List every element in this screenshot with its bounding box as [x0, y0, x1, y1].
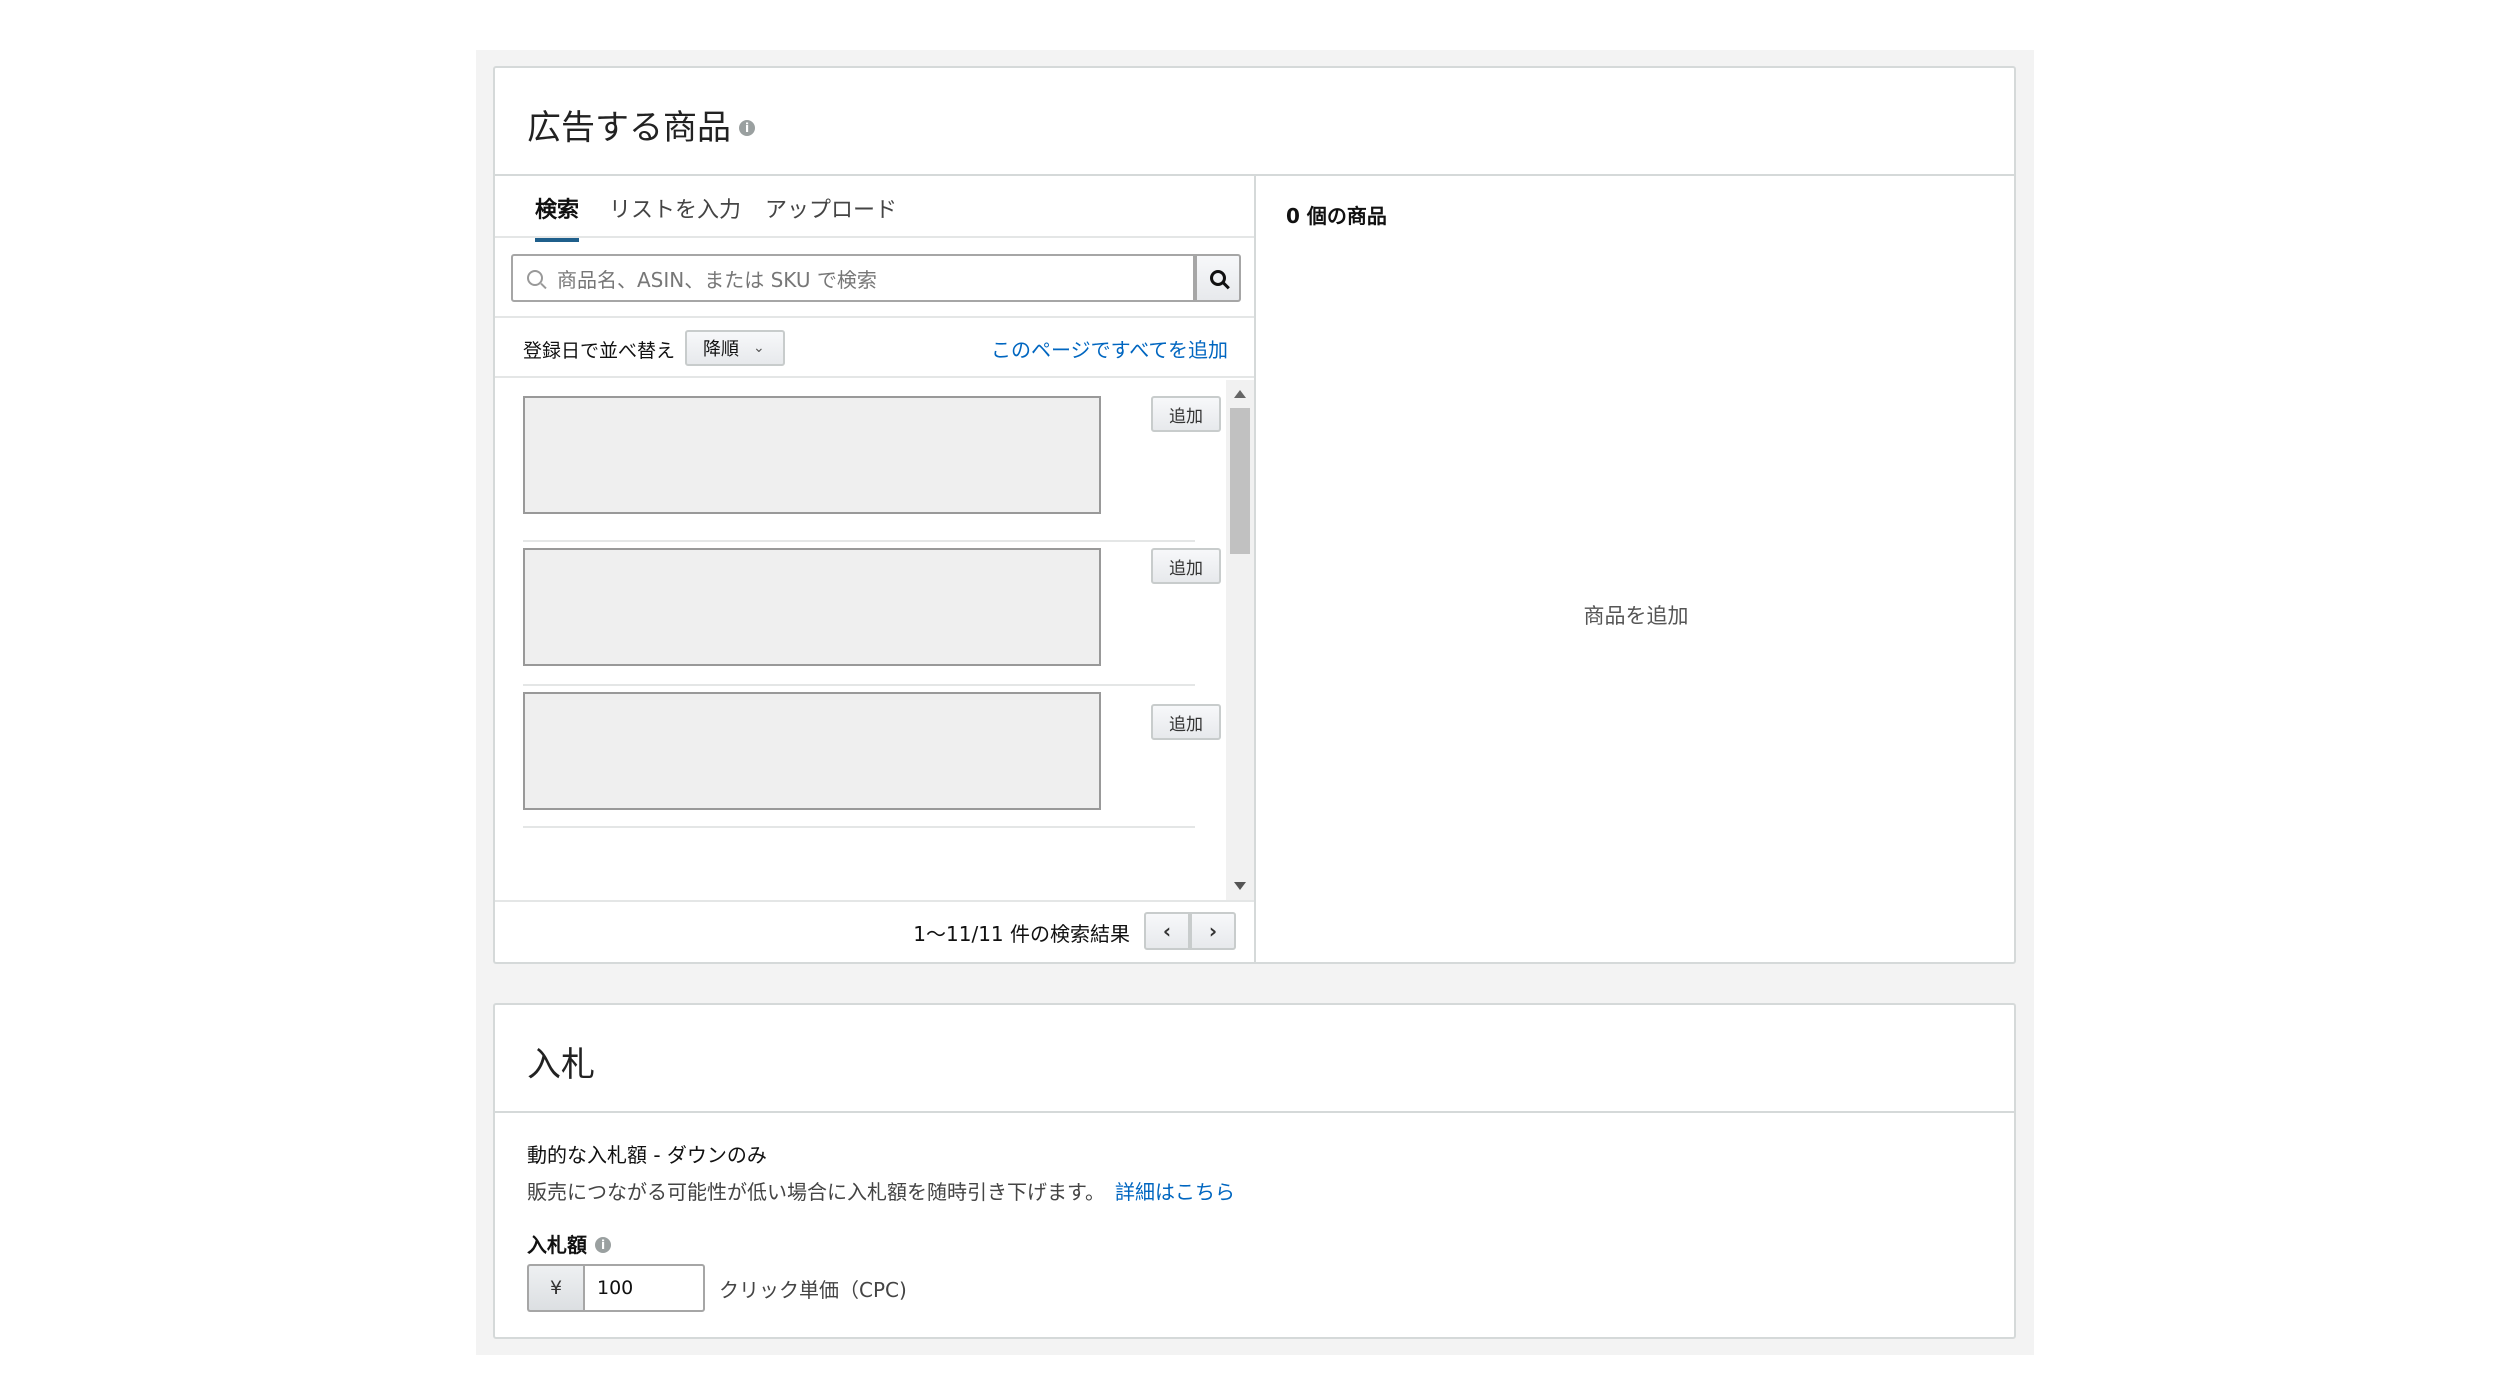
search-button[interactable] — [1195, 254, 1241, 302]
list-item: 追加 — [523, 548, 1221, 686]
chevron-right-icon: › — [1208, 919, 1218, 943]
learn-more-link[interactable]: 詳細はこちら — [1115, 1180, 1235, 1204]
bid-amount-label-text: 入札額 — [527, 1233, 587, 1257]
previous-page-button[interactable]: ‹ — [1144, 912, 1190, 950]
tab-upload[interactable]: アップロード — [765, 192, 897, 238]
products-title: 広告する商品 i — [527, 100, 755, 149]
selected-products-pane: 0 個の商品 商品を追加 — [1258, 176, 2014, 962]
sort-order-value: 降順 — [703, 339, 739, 360]
bid-card: 入札 動的な入札額 - ダウンのみ 販売につながる可能性が低い場合に入札額を随時… — [493, 1003, 2016, 1339]
add-product-button[interactable]: 追加 — [1151, 396, 1221, 432]
add-product-button[interactable]: 追加 — [1151, 548, 1221, 584]
selected-count: 0 個の商品 — [1286, 204, 1387, 228]
next-page-button[interactable]: › — [1190, 912, 1236, 950]
bid-title: 入札 — [527, 1045, 595, 1085]
bid-input-row: ¥ 100 クリック単価（CPC) — [527, 1264, 1982, 1312]
search-pane: 検索 リストを入力 アップロード 商品名、ASIN、または SKU で検索 登録… — [495, 176, 1256, 962]
bid-amount-label: 入札額 i — [527, 1229, 1982, 1258]
sort-order-select[interactable]: 降順 ⌄ — [685, 330, 785, 366]
search-icon — [1210, 270, 1226, 286]
search-bar: 商品名、ASIN、または SKU で検索 — [511, 254, 1241, 302]
products-title-text: 広告する商品 — [527, 108, 731, 148]
results-scrollbar[interactable] — [1226, 380, 1254, 900]
product-image-placeholder — [523, 548, 1101, 666]
search-icon — [527, 270, 543, 286]
product-image-placeholder — [523, 396, 1101, 514]
empty-state-message: 商品を追加 — [1583, 604, 1689, 628]
sort-label: 登録日で並べ替え — [523, 340, 676, 362]
chevron-down-icon: ⌄ — [753, 340, 765, 356]
bid-card-header: 入札 — [495, 1005, 2014, 1113]
bid-body: 動的な入札額 - ダウンのみ 販売につながる可能性が低い場合に入札額を随時引き下… — [527, 1139, 1982, 1312]
bid-description: 販売につながる可能性が低い場合に入札額を随時引き下げます。 詳細はこちら — [527, 1176, 1982, 1205]
search-results-list: 追加 追加 追加 — [495, 380, 1256, 900]
products-card-header: 広告する商品 i — [495, 68, 2014, 176]
bid-description-text: 販売につながる可能性が低い場合に入札額を随時引き下げます。 — [527, 1180, 1105, 1204]
tab-enter-list[interactable]: リストを入力 — [609, 192, 741, 238]
scroll-down-arrow-icon[interactable] — [1234, 882, 1246, 890]
bid-unit-label: クリック単価（CPC) — [719, 1277, 907, 1302]
bid-amount-input[interactable]: 100 — [583, 1264, 705, 1312]
product-image-placeholder — [523, 692, 1101, 810]
chevron-left-icon: ‹ — [1162, 919, 1172, 943]
scroll-up-arrow-icon[interactable] — [1234, 390, 1246, 398]
list-item: 追加 — [523, 692, 1221, 828]
bid-strategy: 動的な入札額 - ダウンのみ — [527, 1143, 767, 1167]
search-input[interactable]: 商品名、ASIN、または SKU で検索 — [511, 254, 1195, 302]
products-card: 広告する商品 i 検索 リストを入力 アップロード 商品名、ASIN、または S… — [493, 66, 2016, 964]
results-count: 1～11/11 件の検索結果 — [913, 922, 1130, 946]
info-icon[interactable]: i — [595, 1236, 611, 1253]
add-product-button[interactable]: 追加 — [1151, 704, 1221, 740]
info-icon[interactable]: i — [739, 119, 755, 136]
pagination: 1～11/11 件の検索結果 ‹ › — [495, 900, 1254, 962]
tab-search[interactable]: 検索 — [535, 192, 580, 242]
add-all-on-page-link[interactable]: このページですべてを追加 — [991, 334, 1228, 363]
sort-row: 登録日で並べ替え 降順 ⌄ このページですべてを追加 — [495, 316, 1254, 378]
scrollbar-thumb[interactable] — [1230, 408, 1250, 554]
search-placeholder: 商品名、ASIN、または SKU で検索 — [557, 267, 877, 292]
list-item: 追加 — [523, 396, 1221, 542]
currency-symbol: ¥ — [527, 1264, 583, 1312]
tab-bar: 検索 リストを入力 アップロード — [495, 176, 1254, 242]
